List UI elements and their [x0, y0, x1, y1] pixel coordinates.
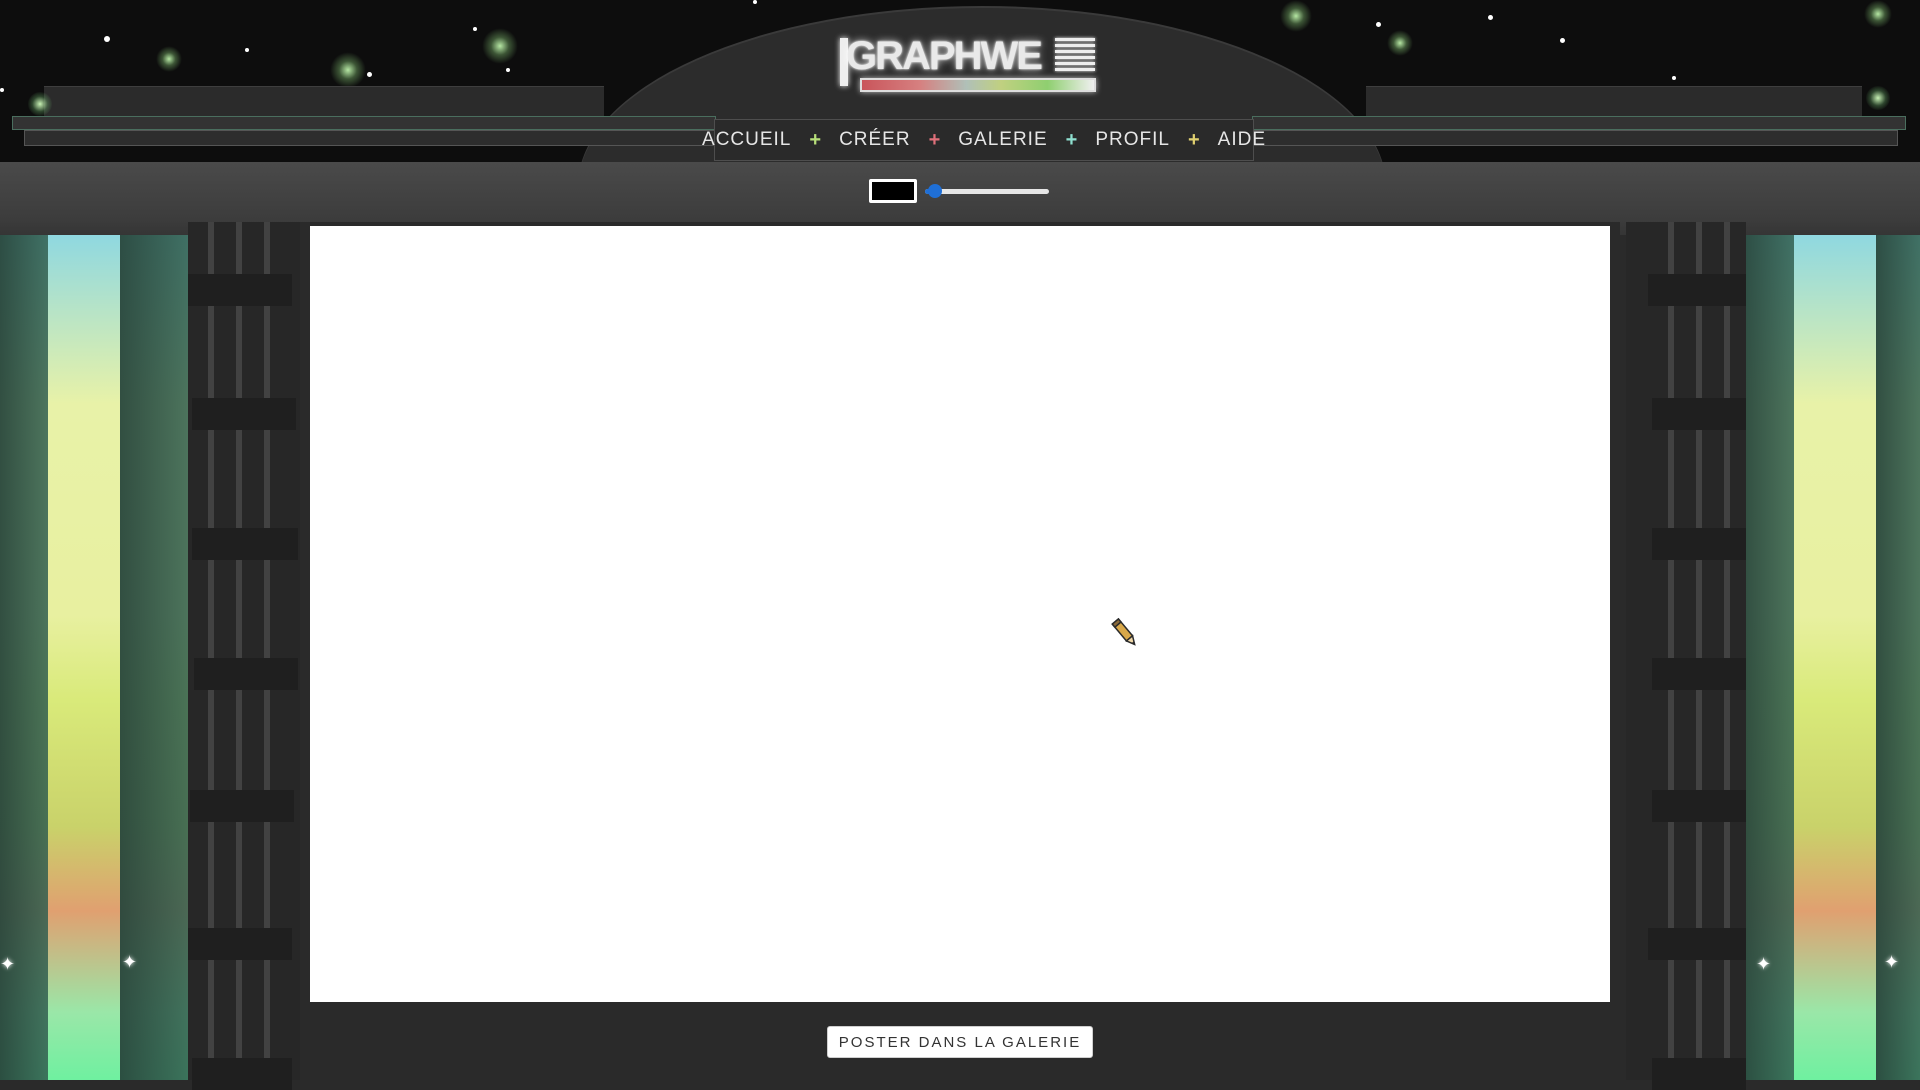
nav-item-galerie[interactable]: GALERIE — [954, 129, 1051, 151]
color-palette-strip — [860, 78, 1096, 92]
lines-icon — [1055, 38, 1095, 74]
sparkle-icon: ✦ — [0, 954, 16, 974]
header-ledge-left — [24, 130, 716, 146]
header-rail-left — [12, 116, 716, 130]
plus-separator-icon: + — [809, 129, 822, 151]
plus-separator-icon: + — [928, 129, 941, 151]
forest-decoration-right: ✦ ✦ — [1744, 235, 1920, 1080]
sparkle-icon: ✦ — [1884, 952, 1900, 972]
slider-track — [925, 189, 1049, 194]
header-ledge-right — [1252, 130, 1898, 146]
sparkle-icon: ✦ — [122, 952, 138, 972]
site-logo[interactable]: GRAPHWE — [840, 34, 1100, 96]
forest-decoration-left: ✦ ✦ — [0, 235, 190, 1080]
plus-separator-icon: + — [1065, 129, 1078, 151]
nav-item-profil[interactable]: PROFIL — [1091, 129, 1174, 151]
lamp-right — [1866, 86, 1890, 110]
plus-separator-icon: + — [1187, 129, 1200, 151]
pencil-cursor-icon — [1111, 617, 1136, 646]
logo-wordmark: GRAPHWE — [846, 34, 1043, 78]
header-beam-left — [44, 86, 604, 119]
drawing-canvas[interactable] — [310, 226, 1610, 1002]
nav-item-creer[interactable]: CRÉER — [835, 129, 915, 151]
slider-thumb[interactable] — [927, 184, 942, 198]
nav-item-aide[interactable]: AIDE — [1214, 129, 1270, 151]
main-navigation: ACCUEIL + CRÉER + GALERIE + PROFIL + AID… — [702, 119, 1265, 161]
brush-color-picker[interactable] — [869, 179, 917, 203]
pillar-right — [1626, 222, 1746, 1090]
post-to-gallery-button[interactable]: POSTER DANS LA GALERIE — [827, 1026, 1093, 1058]
header-rail-right — [1252, 116, 1906, 130]
header-beam-right — [1366, 86, 1862, 119]
brush-size-slider[interactable] — [925, 184, 1049, 198]
pillar-left — [188, 222, 308, 1090]
nav-item-accueil[interactable]: ACCUEIL — [698, 129, 795, 151]
sparkle-icon: ✦ — [1756, 954, 1772, 974]
lamp-left — [28, 92, 52, 116]
